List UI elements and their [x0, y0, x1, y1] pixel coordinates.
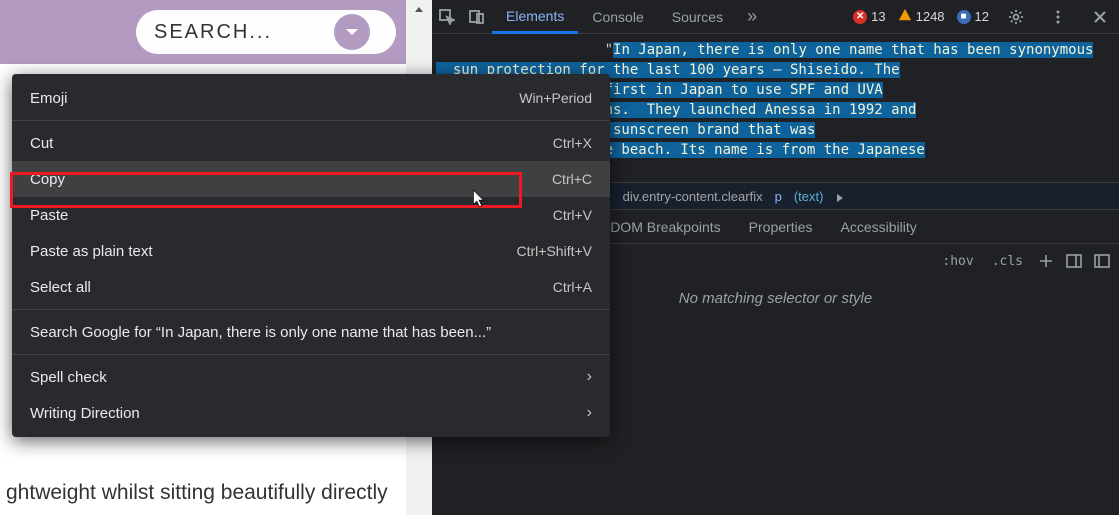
context-menu-separator — [12, 309, 610, 310]
new-style-rule-button[interactable] — [1035, 253, 1057, 269]
devtools-tabbar: Elements Console Sources » ✕ 13 1248 ■ 1… — [432, 0, 1119, 34]
context-menu-shortcut: Ctrl+C — [552, 171, 592, 187]
error-badge[interactable]: ✕ 13 — [853, 9, 885, 24]
pointer-icon — [471, 189, 487, 209]
error-icon: ✕ — [853, 10, 867, 24]
error-count: 13 — [871, 9, 885, 24]
page-header — [0, 0, 406, 64]
chevron-right-icon: › — [587, 404, 592, 422]
device-icon — [469, 9, 485, 25]
computed-sidebar-button[interactable] — [1063, 253, 1085, 269]
context-menu-shortcut: Ctrl+V — [553, 207, 592, 223]
context-menu-shortcut: Ctrl+X — [553, 135, 592, 151]
scroll-up-button[interactable] — [406, 0, 432, 20]
styles-more-button[interactable] — [1091, 253, 1113, 269]
context-menu-label: Paste — [30, 207, 68, 224]
context-menu-item[interactable]: Search Google for “In Japan, there is on… — [12, 314, 610, 350]
context-menu-item[interactable]: Select all Ctrl+A — [12, 269, 610, 305]
inspect-icon — [439, 9, 455, 25]
context-menu-label: Writing Direction — [30, 405, 140, 422]
context-menu-shortcut: Ctrl+Shift+V — [517, 243, 592, 259]
crumb-text-node[interactable]: (text) — [794, 189, 824, 204]
info-icon: ■ — [957, 10, 971, 24]
context-menu-item[interactable]: Copy Ctrl+C — [12, 161, 610, 197]
context-menu: Emoji Win+Period Cut Ctrl+X Copy Ctrl+C Paste C… — [12, 74, 610, 437]
context-menu-label: Copy — [30, 171, 65, 188]
context-menu-shortcut: Win+Period — [519, 90, 592, 106]
inspect-button[interactable] — [432, 9, 462, 25]
context-menu-label: Cut — [30, 135, 53, 152]
subtab-properties[interactable]: Properties — [735, 219, 827, 235]
context-menu-item[interactable]: Writing Direction › — [12, 395, 610, 431]
context-menu-label: Select all — [30, 279, 91, 296]
plus-icon — [1038, 253, 1054, 269]
sidebar-icon — [1066, 253, 1082, 269]
context-menu-item[interactable]: Paste as plain text Ctrl+Shift+V — [12, 233, 610, 269]
search-submit-button[interactable] — [334, 14, 370, 50]
warning-icon — [898, 8, 912, 25]
context-menu-label: Spell check — [30, 369, 107, 386]
context-menu-label: Search Google for “In Japan, there is on… — [30, 324, 491, 341]
tab-sources[interactable]: Sources — [658, 0, 737, 33]
tab-console[interactable]: Console — [578, 0, 657, 33]
context-menu-shortcut: Ctrl+A — [553, 279, 592, 295]
selected-text-l1: In Japan, there is only one name that ha… — [613, 42, 1093, 58]
close-icon — [1092, 9, 1108, 25]
warning-badge[interactable]: 1248 — [898, 8, 945, 25]
close-devtools-button[interactable] — [1085, 9, 1115, 25]
hov-toggle[interactable]: :hov — [936, 252, 979, 271]
context-menu-item[interactable]: Spell check › — [12, 359, 610, 395]
dots-vertical-icon — [1050, 9, 1066, 25]
mouse-cursor — [471, 189, 487, 214]
cls-toggle[interactable]: .cls — [986, 252, 1029, 271]
tabs-overflow[interactable]: » — [737, 6, 767, 27]
caret-up-icon — [414, 5, 424, 15]
device-toggle-button[interactable] — [462, 9, 492, 25]
subtab-accessibility[interactable]: Accessibility — [826, 219, 930, 235]
status-badges: ✕ 13 1248 ■ 12 — [853, 8, 1119, 25]
subtab-dom-breakpoints[interactable]: DOM Breakpoints — [596, 219, 734, 235]
chevron-down-icon — [343, 23, 361, 41]
kebab-menu[interactable] — [1043, 9, 1073, 25]
context-menu-separator — [12, 120, 610, 121]
context-menu-item[interactable]: Emoji Win+Period — [12, 80, 610, 116]
crumb-overflow[interactable] — [835, 191, 845, 201]
info-count: 12 — [975, 9, 989, 24]
context-menu-separator — [12, 354, 610, 355]
page-body-text: ghtweight whilst sitting beautifully dir… — [0, 473, 406, 515]
context-menu-item[interactable]: Paste Ctrl+V — [12, 197, 610, 233]
info-badge[interactable]: ■ 12 — [957, 9, 989, 24]
context-menu-item[interactable]: Cut Ctrl+X — [12, 125, 610, 161]
context-menu-label: Paste as plain text — [30, 243, 153, 260]
search-input[interactable] — [154, 21, 334, 44]
warning-count: 1248 — [916, 9, 945, 24]
crumb-p[interactable]: p — [775, 189, 782, 204]
context-menu-label: Emoji — [30, 90, 68, 107]
panel-icon — [1094, 253, 1110, 269]
search-box[interactable] — [136, 10, 396, 54]
crumb-div[interactable]: div.entry-content.clearfix — [623, 189, 763, 204]
gear-icon — [1008, 9, 1024, 25]
chevron-right-icon: › — [587, 368, 592, 386]
tab-elements[interactable]: Elements — [492, 1, 578, 34]
settings-button[interactable] — [1001, 9, 1031, 25]
